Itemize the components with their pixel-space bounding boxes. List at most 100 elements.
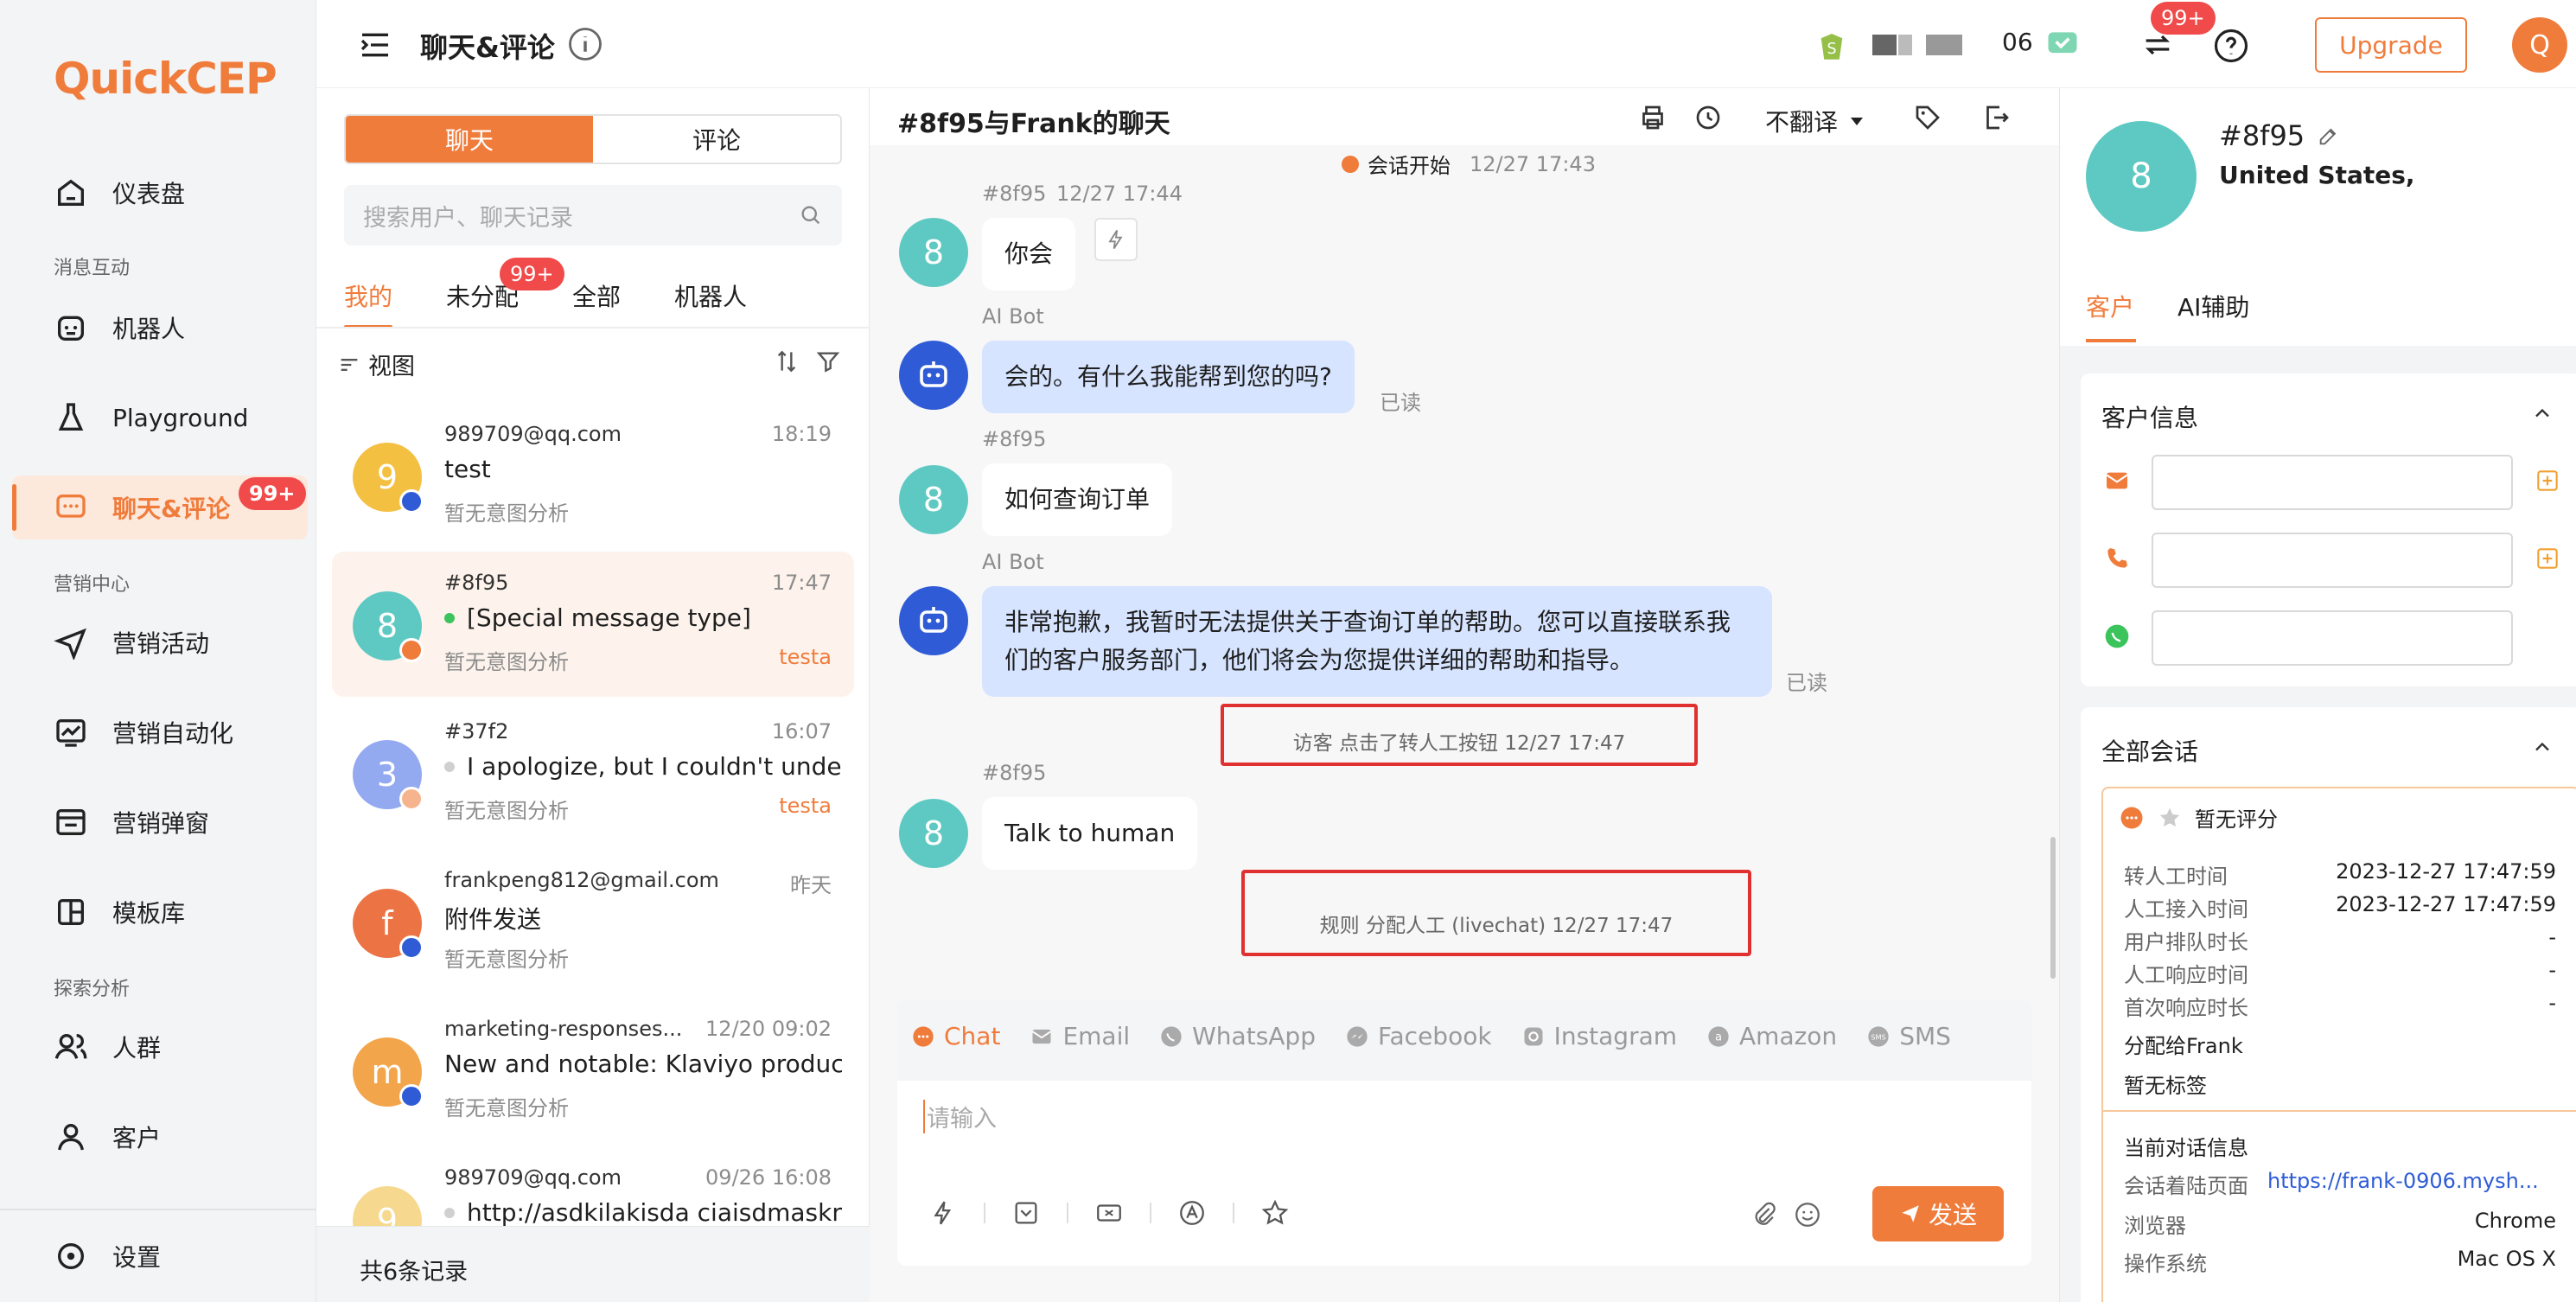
unassigned-badge: 99+ [500, 258, 564, 290]
message-sender: AI Bot [982, 550, 1044, 574]
channel-tab-facebook[interactable]: Facebook [1345, 1022, 1492, 1050]
chat-icon [56, 495, 86, 518]
edit-icon[interactable] [2317, 124, 2341, 148]
emoji-icon[interactable] [1793, 1200, 1822, 1229]
conversation-item[interactable]: 8 #8f95 17:47 [Special message type] 暂无意图分析 t… [332, 552, 854, 697]
history-icon[interactable] [1693, 102, 1724, 133]
message-input[interactable]: 请输入 [923, 1100, 997, 1133]
sidebar-item-audiences[interactable]: 人群 [12, 1015, 308, 1079]
session-detail[interactable]: 暂无评分 转人工时间 2023-12-27 17:47:59 人工接入时间 2023… [2101, 787, 2576, 1302]
sidebar-item-popups[interactable]: 营销弹窗 [12, 790, 308, 854]
system-event-assign: 规则 分配人工 (livechat) 12/27 17:47 [1241, 870, 1751, 956]
last-message-text: http://asdkilakisda ciaisdmaskn [467, 1198, 842, 1227]
contact-name: #37f2 [444, 719, 509, 744]
channel-tab-whatsapp[interactable]: WhatsApp [1159, 1022, 1316, 1050]
sidebar-item-chat[interactable]: 聊天&评论 99+ [12, 475, 308, 539]
channel-tab-sms[interactable]: SMS SMS [1866, 1022, 1951, 1050]
app-logo: QuickCEP [54, 54, 277, 104]
print-icon[interactable] [1637, 102, 1668, 133]
collapse-menu-icon[interactable] [358, 28, 392, 62]
landing-page-link[interactable]: https://frank-0906.mysh... [2267, 1169, 2539, 1193]
intent-label: 暂无意图分析 [444, 650, 569, 674]
tab-mine[interactable]: 我的 [344, 278, 392, 329]
filter-icon[interactable] [814, 348, 842, 375]
help-icon[interactable] [2213, 28, 2249, 64]
sidebar-item-playground[interactable]: Playground [12, 386, 308, 450]
sms-icon: SMS [1868, 1025, 1889, 1047]
exit-icon[interactable] [1981, 102, 2012, 133]
channel-label: Amazon [1739, 1022, 1838, 1050]
channel-tab-amazon[interactable]: a Amazon [1706, 1022, 1837, 1050]
whatsapp-field[interactable] [2152, 610, 2513, 666]
sidebar-item-automation[interactable]: 营销自动化 [12, 700, 308, 764]
info-icon[interactable] [567, 26, 603, 62]
all-sessions-card: 全部会话 暂无评分 转人工时间 2023-12-27 17:47:59 人工接入时… [2081, 707, 2576, 1302]
tab-customer[interactable]: 客户 [2086, 289, 2136, 342]
conversation-item[interactable]: m marketing-responses... 12/20 09:02 New an… [332, 998, 854, 1143]
chat-scrollbar[interactable] [2050, 837, 2056, 979]
conversation-item[interactable]: f frankpeng812@gmail.com 昨天 附件发送 暂无意图分析 [332, 849, 854, 994]
chevron-up-icon[interactable] [2530, 735, 2554, 759]
whatsapp-icon [2105, 624, 2129, 648]
ai-write-icon[interactable] [1177, 1198, 1207, 1228]
channel-tab-chat[interactable]: Chat [911, 1022, 1000, 1050]
conversation-item[interactable]: 9 989709@qq.com 18:19 test 暂无意图分析 [332, 403, 854, 548]
tab-ai-assist[interactable]: AI辅助 [2177, 289, 2249, 323]
segment-review[interactable]: 评论 [593, 116, 840, 163]
sidebar-item-robot[interactable]: 机器人 [12, 296, 308, 360]
translate-dropdown[interactable]: 不翻译 [1765, 104, 1867, 138]
add-note-icon[interactable] [2534, 545, 2561, 572]
quick-reply-button[interactable] [1094, 218, 1138, 261]
tab-all[interactable]: 全部 [572, 278, 621, 329]
automation-icon [56, 719, 86, 747]
tab-label: 客户 [2086, 293, 2135, 322]
obscured-icon [1872, 35, 1897, 55]
lightning-icon [1108, 229, 1123, 250]
sidebar-item-customers[interactable]: 客户 [12, 1105, 308, 1169]
chevron-up-icon[interactable] [2530, 401, 2554, 425]
phone-field[interactable] [2152, 533, 2513, 588]
quick-reply-icon[interactable] [928, 1198, 958, 1228]
segment-chat[interactable]: 聊天 [346, 116, 593, 163]
last-message: test [444, 455, 842, 483]
channel-tab-email[interactable]: Email [1030, 1022, 1130, 1050]
upgrade-button[interactable]: Upgrade [2315, 17, 2467, 73]
search-input[interactable]: 搜索用户、聊天记录 [344, 185, 842, 246]
shopify-icon[interactable]: S [1814, 28, 1850, 64]
sidebar-item-templates[interactable]: 模板库 [12, 880, 308, 944]
gear-icon [58, 1243, 84, 1269]
settings-button[interactable]: 设置 [12, 1224, 308, 1288]
flask-icon [58, 403, 84, 431]
add-note-icon[interactable] [2534, 467, 2561, 495]
sidebar: QuickCEP 仪表盘 消息互动 机器人 Playground 聊天&评论 9… [0, 0, 316, 1302]
star-icon[interactable] [1260, 1198, 1290, 1228]
tab-bot[interactable]: 机器人 [674, 278, 747, 329]
conversation-item[interactable]: 3 #37f2 16:07 I apologize, but I couldn't u… [332, 700, 854, 846]
user-avatar[interactable]: Q [2512, 17, 2567, 73]
inbox-icon[interactable] [1011, 1198, 1041, 1228]
status-dot [444, 612, 455, 623]
send-label: 发送 [1928, 1201, 1977, 1229]
sidebar-item-dashboard[interactable]: 仪表盘 [12, 161, 308, 225]
channel-tab-instagram[interactable]: Instagram [1521, 1022, 1677, 1050]
email-field[interactable] [2152, 455, 2513, 510]
coupon-icon[interactable] [1094, 1198, 1124, 1228]
sort-icon[interactable] [773, 348, 800, 375]
search-icon[interactable] [799, 203, 823, 227]
attachment-icon[interactable] [1750, 1200, 1779, 1229]
list-filter-icon [341, 358, 358, 371]
star-icon [2159, 807, 2180, 827]
message-sender: #8f95 [982, 761, 1047, 785]
send-button[interactable]: 发送 [1872, 1186, 2004, 1241]
channel-label: Chat [944, 1022, 1001, 1050]
sidebar-item-campaigns[interactable]: 营销活动 [12, 610, 308, 674]
tag-icon[interactable] [1912, 102, 1943, 133]
chat-bubble-icon [913, 1025, 934, 1047]
read-status: 已读 [1380, 391, 1421, 415]
message-check-icon[interactable] [2044, 26, 2082, 64]
visitor-message: 你会 [982, 218, 1076, 290]
assigned-agent: 分配给Frank [2124, 1034, 2243, 1058]
session-row: 转人工时间 2023-12-27 17:47:59 [2124, 859, 2556, 889]
view-selector[interactable]: 视图 [337, 348, 415, 381]
section-label: 营销中心 [54, 574, 131, 596]
